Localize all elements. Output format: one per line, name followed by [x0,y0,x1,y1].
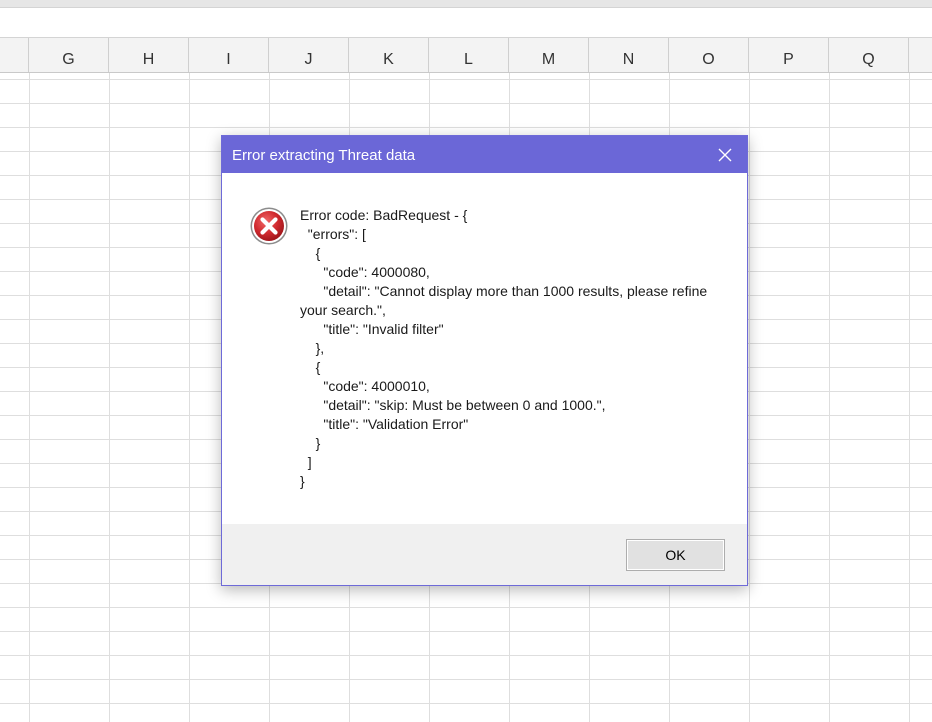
error-dialog: Error extracting Threat data Error code:… [221,135,748,586]
column-header-i[interactable]: I [189,38,269,72]
dialog-body: Error code: BadRequest - { "errors": [ {… [222,173,747,524]
dialog-title: Error extracting Threat data [232,147,416,164]
dialog-titlebar[interactable]: Error extracting Threat data [222,136,747,173]
column-header-r-partial[interactable] [909,38,932,72]
column-header-f-partial[interactable] [0,38,29,72]
column-header-k[interactable]: K [349,38,429,72]
close-button[interactable] [703,136,747,173]
column-header-q[interactable]: Q [829,38,909,72]
close-icon [718,148,732,161]
column-header-h[interactable]: H [109,38,189,72]
column-header-o[interactable]: O [669,38,749,72]
ribbon-edge [0,0,932,8]
column-header-j[interactable]: J [269,38,349,72]
dialog-footer: OK [222,524,747,585]
column-header-g[interactable]: G [29,38,109,72]
column-header-p[interactable]: P [749,38,829,72]
column-header-row: G H I J K L M N O P Q [0,38,932,73]
ok-button[interactable]: OK [626,539,725,571]
error-message: Error code: BadRequest - { "errors": [ {… [300,207,708,489]
error-circle-x-icon [250,207,288,245]
column-header-n[interactable]: N [589,38,669,72]
formula-bar[interactable] [0,8,932,38]
column-header-l[interactable]: L [429,38,509,72]
column-header-m[interactable]: M [509,38,589,72]
